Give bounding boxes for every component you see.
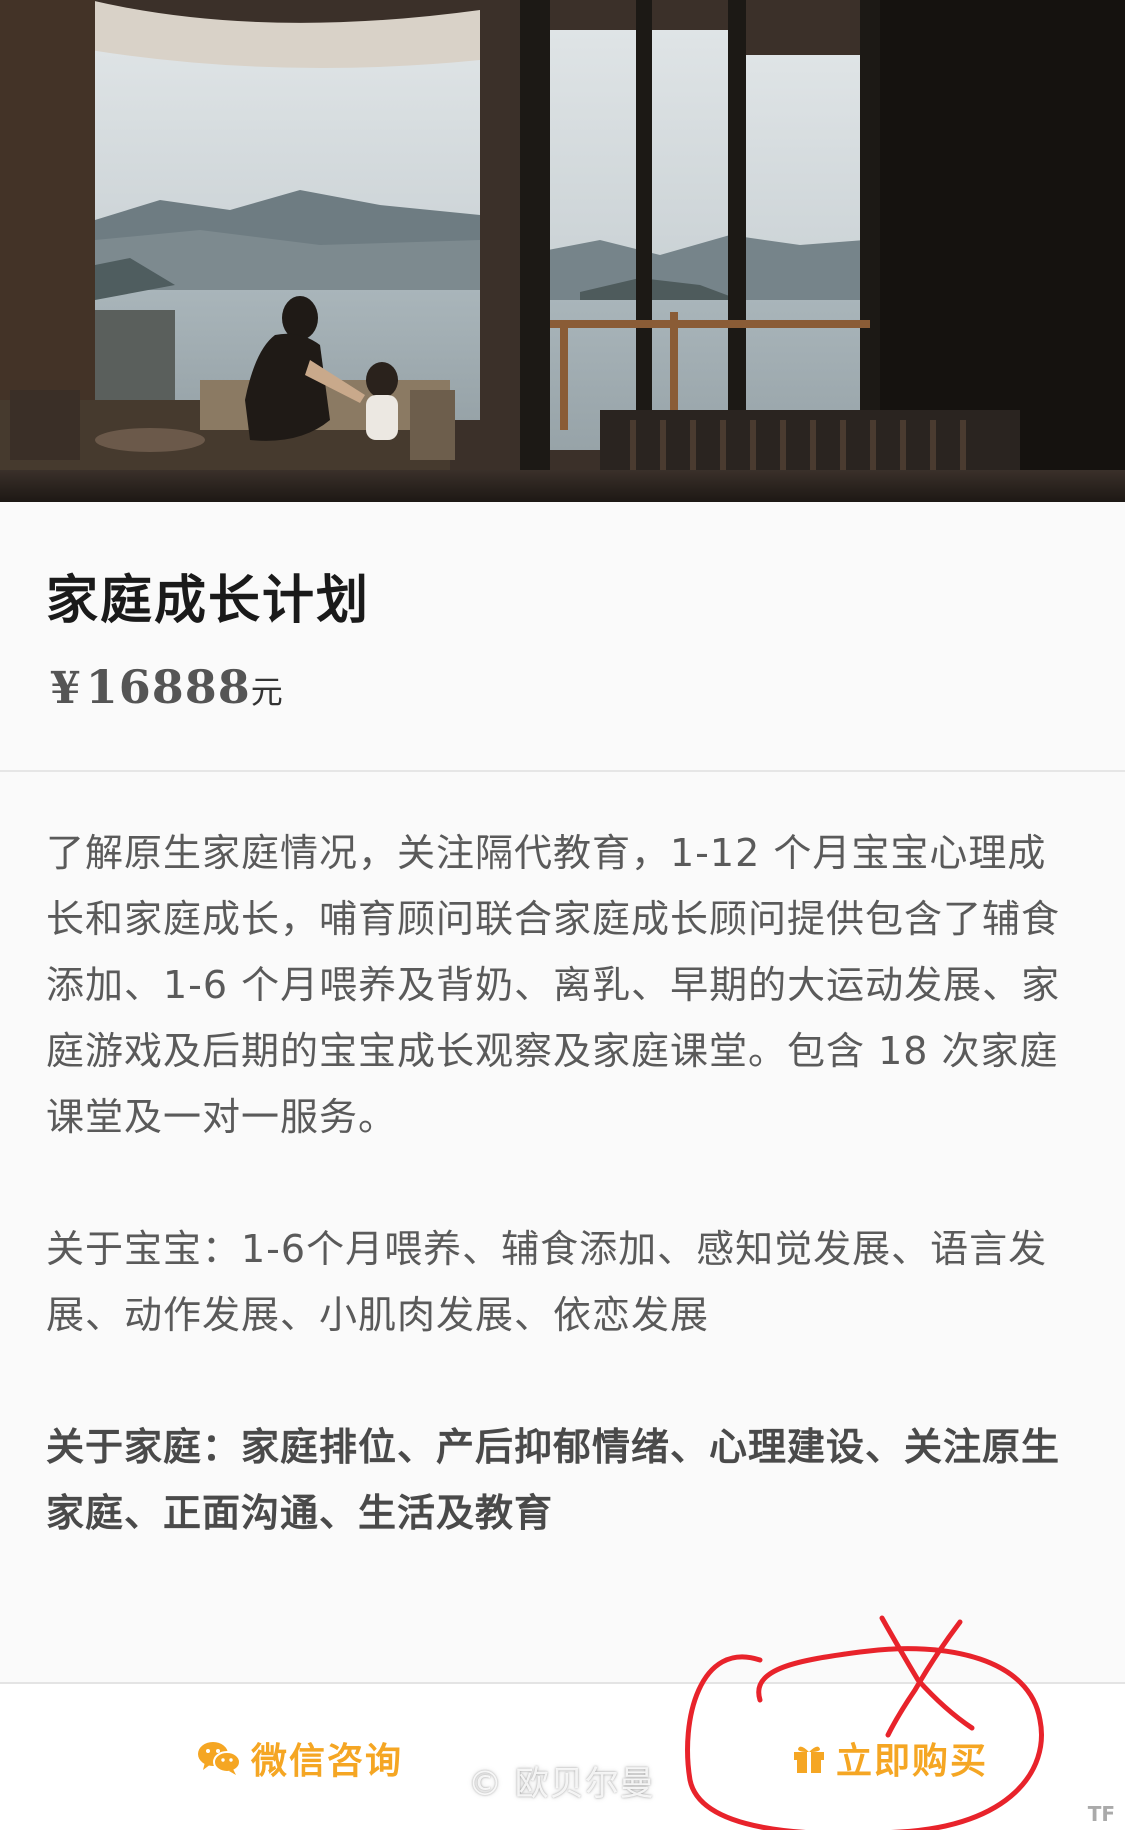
wechat-consult-button[interactable]: 微信咨询 — [150, 1684, 450, 1832]
product-info-card: 家庭成长计划 ¥ 16888元 — [0, 502, 1125, 772]
product-title: 家庭成长计划 — [46, 571, 371, 631]
buy-now-label: 立即购买 — [835, 1741, 988, 1782]
buy-now-button[interactable]: 立即购买 — [720, 1684, 1060, 1832]
watermark-text: © 欧贝尔曼 — [468, 1764, 655, 1804]
corner-mark: TF — [1087, 1802, 1115, 1826]
description-paragraph: 关于宝宝：1-6个月喂养、辅食添加、感知觉发展、语言发展、动作发展、小肌肉发展、… — [46, 1227, 1048, 1337]
hero-image — [0, 0, 1125, 502]
product-price: ¥ 16888元 — [50, 660, 283, 714]
price-currency: ¥ — [50, 663, 81, 714]
wechat-icon — [197, 1740, 241, 1776]
wechat-consult-label: 微信咨询 — [250, 1741, 403, 1782]
price-unit: 元 — [250, 673, 283, 711]
product-description: 了解原生家庭情况，关注隔代教育，1-12 个月宝宝心理成长和家庭成长，哺育顾问联… — [46, 820, 1076, 1612]
description-paragraph: 了解原生家庭情况，关注隔代教育，1-12 个月宝宝心理成长和家庭成长，哺育顾问联… — [46, 831, 1061, 1139]
description-paragraph: 关于家庭：家庭排位、产后抑郁情绪、心理建设、关注原生家庭、正面沟通、生活及教育 — [46, 1425, 1061, 1535]
hero-photo — [0, 0, 1125, 502]
price-amount: 16888 — [85, 660, 251, 714]
gift-icon — [792, 1741, 826, 1775]
